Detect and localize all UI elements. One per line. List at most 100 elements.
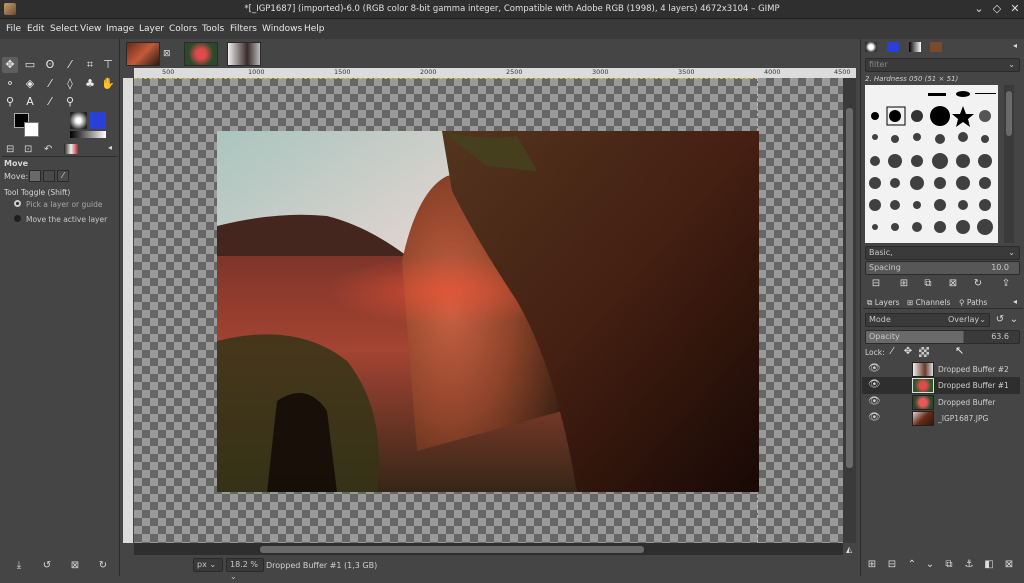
delete-brush-icon[interactable]: ⊠ [946, 277, 960, 291]
menu-view[interactable]: View [80, 24, 101, 34]
visibility-eye-icon[interactable]: 👁 [868, 412, 881, 423]
tag-dropdown-icon[interactable]: ⌄ [1008, 247, 1015, 259]
reset-tool-options-icon[interactable]: ↻ [96, 559, 110, 573]
transform-icon[interactable]: ⊤ [100, 57, 116, 73]
patterns-tab-icon[interactable] [887, 42, 899, 52]
delete-tool-preset-icon[interactable]: ⊠ [68, 559, 82, 573]
raise-layer-icon[interactable]: ⌃ [905, 558, 919, 572]
unit-select[interactable]: px ⌄ [193, 558, 223, 572]
visibility-eye-icon[interactable]: 👁 [868, 396, 881, 407]
color-picker-icon[interactable]: ⁄ [42, 94, 58, 110]
mode-dropdown-icon[interactable]: ⌄ [979, 314, 986, 326]
brush-as-image-icon[interactable]: ⊟ [869, 277, 883, 291]
new-brush-icon[interactable]: ⊞ [897, 277, 911, 291]
crop-icon[interactable]: ⌗ [82, 57, 98, 73]
layer-mask-icon[interactable]: ◧ [982, 558, 996, 572]
move-active-layer-radio[interactable] [14, 215, 21, 222]
opacity-slider[interactable]: Opacity 63.6 [865, 330, 1020, 344]
paths-icon[interactable]: ⚲ [2, 94, 18, 110]
layers-menu-icon[interactable]: ◂ [1013, 297, 1017, 306]
open-brush-icon[interactable]: ⇪ [999, 277, 1013, 291]
save-tool-preset-icon[interactable]: ⤓ [12, 559, 26, 573]
move-path-icon[interactable]: ⁄ [57, 170, 69, 182]
duplicate-brush-icon[interactable]: ⧉ [921, 277, 935, 291]
lock-pixels-icon[interactable]: ⁄ [885, 345, 899, 359]
menu-edit[interactable]: Edit [27, 24, 44, 34]
close-tab-icon[interactable]: ⊠ [163, 49, 171, 59]
bucket-fill-icon[interactable]: ◈ [22, 76, 38, 92]
navigate-icon[interactable]: ◭ [846, 545, 852, 554]
close-icon[interactable]: ✕ [1008, 2, 1022, 16]
menu-file[interactable]: File [6, 24, 21, 34]
spacing-slider[interactable]: Spacing 10.0 [865, 261, 1020, 275]
image-tab-1[interactable] [126, 42, 160, 66]
panel-menu-icon[interactable]: ◂ [108, 143, 112, 152]
undo-history-tab-icon[interactable]: ↶ [44, 144, 52, 155]
layer-row[interactable]: 👁 Dropped Buffer #2 [862, 361, 1020, 378]
composite-mode-icon[interactable]: ⌄ [1007, 313, 1021, 327]
device-status-tab-icon[interactable]: ⊡ [24, 144, 32, 155]
warp-icon[interactable]: ⚬ [2, 76, 18, 92]
brush-tag-input[interactable]: Basic, ⌄ [865, 246, 1020, 260]
fuzzy-select-icon[interactable]: ⁄ [62, 57, 78, 73]
menu-image[interactable]: Image [106, 24, 134, 34]
brush-filter-input[interactable]: filter ⌄ [865, 58, 1020, 72]
filter-dropdown-icon[interactable]: ⌄ [1008, 59, 1015, 71]
canvas-image[interactable] [217, 131, 759, 492]
menu-colors[interactable]: Colors [169, 24, 197, 34]
rect-select-icon[interactable]: ▭ [22, 57, 38, 73]
horizontal-scrollbar[interactable] [134, 543, 843, 555]
horizontal-ruler[interactable]: 500 1000 1500 2000 2500 3000 3500 4000 4… [134, 68, 856, 78]
lower-layer-icon[interactable]: ⌄ [923, 558, 937, 572]
move-layer-icon[interactable] [29, 170, 41, 182]
delete-layer-icon[interactable]: ⊠ [1002, 558, 1016, 572]
lock-alpha-icon[interactable] [919, 347, 929, 357]
gradient-preview[interactable] [70, 131, 106, 138]
pick-layer-radio[interactable] [14, 200, 21, 207]
anchor-layer-icon[interactable]: ⚓ [962, 558, 976, 572]
layer-mode-select[interactable]: Mode Overlay ⌄ [865, 313, 990, 327]
image-tab-2[interactable] [184, 42, 218, 66]
horizontal-scroll-thumb[interactable] [260, 546, 644, 553]
background-color-swatch[interactable] [24, 122, 39, 137]
text-tool-icon[interactable]: A [22, 94, 38, 110]
images-tab-icon[interactable] [64, 144, 78, 154]
brush-preview[interactable] [70, 112, 87, 129]
brush-scrollbar[interactable] [1004, 85, 1014, 243]
channels-tab[interactable]: ⊞ Channels [907, 298, 950, 307]
vertical-ruler[interactable] [123, 78, 133, 543]
gradients-tab-icon[interactable] [909, 42, 921, 52]
tool-options-tab-icon[interactable]: ⊟ [6, 144, 14, 155]
menu-windows[interactable]: Windows [262, 24, 302, 34]
lasso-icon[interactable]: ʘ [42, 57, 58, 73]
menu-tools[interactable]: Tools [202, 24, 224, 34]
move-tool-icon[interactable]: ✥ [2, 57, 18, 73]
switch-mode-icon[interactable]: ↺ [993, 313, 1007, 327]
image-tab-3[interactable] [227, 42, 261, 66]
menu-layer[interactable]: Layer [139, 24, 164, 34]
visibility-eye-icon[interactable]: 👁 [868, 363, 881, 374]
brushes-tab-icon[interactable] [865, 42, 877, 52]
vertical-scrollbar[interactable] [843, 78, 856, 543]
brush-scroll-thumb[interactable] [1006, 91, 1012, 136]
layer-row-selected[interactable]: 👁 Dropped Buffer #1 [862, 377, 1020, 394]
brush-grid[interactable] [865, 85, 998, 243]
restore-tool-preset-icon[interactable]: ↺ [40, 559, 54, 573]
menu-select[interactable]: Select [50, 24, 78, 34]
zoom-icon[interactable]: ⚲ [62, 94, 78, 110]
move-selection-icon[interactable] [43, 170, 55, 182]
paintbrush-icon[interactable]: ⁄ [42, 76, 58, 92]
new-layer-group-icon[interactable]: ⊟ [885, 558, 899, 572]
new-layer-icon[interactable]: ⊞ [865, 558, 879, 572]
refresh-brushes-icon[interactable]: ↻ [971, 277, 985, 291]
layer-row[interactable]: 👁 Dropped Buffer [862, 394, 1020, 411]
fonts-tab-icon[interactable] [930, 42, 942, 52]
pattern-preview[interactable] [89, 112, 106, 129]
clone-icon[interactable]: ♣ [82, 76, 98, 92]
duplicate-layer-icon[interactable]: ⧉ [942, 558, 956, 572]
dock-menu-icon[interactable]: ◂ [1013, 41, 1017, 50]
paths-tab[interactable]: ⚲ Paths [959, 298, 987, 307]
smudge-icon[interactable]: ✋ [100, 76, 116, 92]
menu-filters[interactable]: Filters [230, 24, 257, 34]
menu-help[interactable]: Help [304, 24, 325, 34]
